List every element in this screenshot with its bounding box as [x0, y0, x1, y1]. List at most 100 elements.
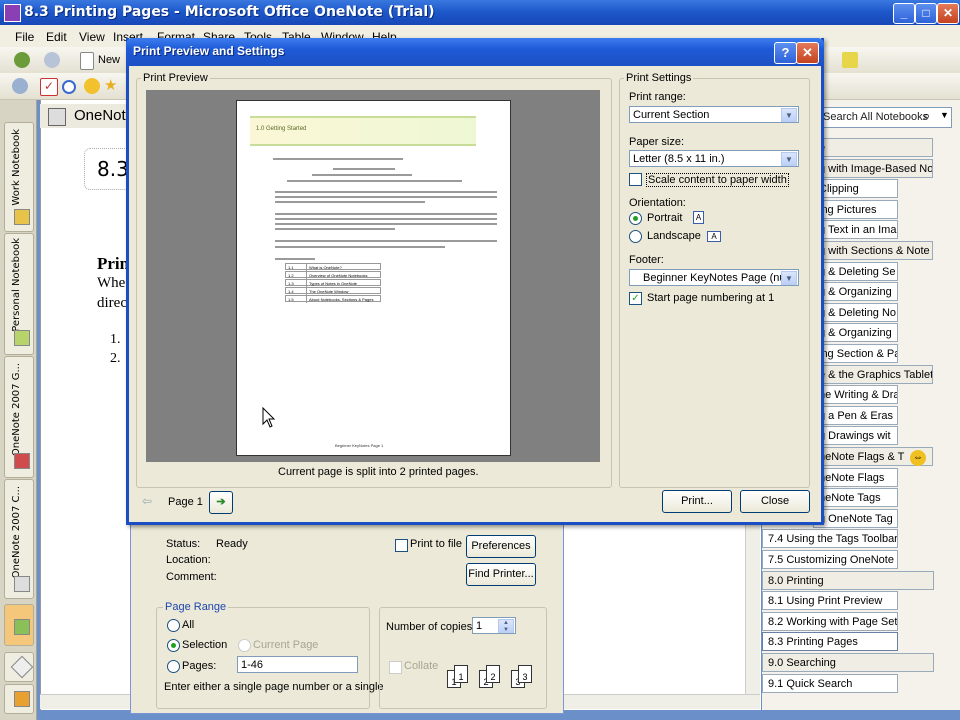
page-tab-item[interactable]: g Text in an Ima [813, 220, 898, 239]
page-tab-item[interactable]: g a Pen & Eras [813, 406, 898, 425]
page-tab-item[interactable]: g with Image-Based Not [813, 159, 933, 178]
eraser-icon [10, 655, 34, 679]
paper-toc-title: The OneNote Window [306, 288, 348, 295]
find-printer-button[interactable]: Find Printer... [466, 563, 536, 586]
collate-checkbox[interactable] [389, 661, 402, 674]
print-range-select[interactable]: Current Section ▼ [629, 106, 799, 123]
close-window-button[interactable]: ✕ [937, 3, 959, 24]
page-tab-item[interactable]: g & Deleting No [813, 303, 898, 322]
notebook-tab-personal[interactable]: Personal Notebook [4, 233, 34, 355]
start-numbering-checkbox[interactable]: ✓ [629, 292, 642, 305]
page-tab-item[interactable]: ing Section & Pa [813, 344, 898, 363]
page-tab-item[interactable]: he Writing & Dra [813, 385, 898, 404]
landscape-label: Landscape [647, 230, 701, 242]
chevron-down-icon[interactable]: ▼ [781, 108, 797, 122]
footer-select[interactable]: Beginner KeyNotes Page (numl ▼ [629, 269, 799, 286]
page-tab-item[interactable]: 9.1 Quick Search [762, 674, 898, 693]
copies-input[interactable]: 1 ▲ ▼ [472, 617, 516, 634]
star-tag-icon[interactable]: ★ [104, 78, 120, 94]
page-tab-item[interactable]: neNote Tags [813, 488, 898, 507]
dialog-close-icon[interactable]: ✕ [796, 42, 819, 64]
menu-file[interactable]: File [15, 30, 34, 44]
range-current-page-radio[interactable] [238, 639, 251, 652]
range-pages-radio[interactable] [167, 660, 180, 673]
paper-size-select[interactable]: Letter (8.5 x 11 in.) ▼ [629, 150, 799, 167]
preferences-button[interactable]: Preferences [466, 535, 536, 558]
copies-spinner-icon[interactable]: ▲ ▼ [498, 619, 514, 633]
paper-text-line [275, 196, 497, 198]
range-all-radio[interactable] [167, 619, 180, 632]
navigation-arrows-icon[interactable]: ⇔ [910, 450, 926, 466]
paper-text-line [273, 158, 403, 160]
notebook-tab-work[interactable]: Work Notebook [4, 122, 34, 232]
page-tab-item[interactable]: ing Pictures [813, 200, 898, 219]
previous-page-icon[interactable]: ⇦ [139, 492, 155, 510]
search-icon[interactable]: ⌕ [923, 108, 930, 124]
tab-eraser[interactable] [4, 652, 34, 682]
page-list-item: 2. [110, 351, 121, 366]
help-button[interactable]: ? [774, 42, 797, 64]
page-title: 8.3 [97, 157, 129, 181]
tab-unfiled[interactable] [4, 684, 34, 714]
range-pages-label: Pages: [182, 660, 217, 672]
chevron-down-icon[interactable]: ▼ [781, 271, 797, 285]
search-box[interactable]: Search All Notebooks ⌕ ▼ [818, 107, 952, 128]
mouse-cursor-icon [262, 407, 276, 428]
notebook-tab-onenote-g[interactable]: OneNote 2007 G... [4, 356, 34, 478]
page-tab-item[interactable]: g Drawings wit [813, 426, 898, 445]
page-tab-item[interactable]: g & Deleting Se [813, 262, 898, 281]
notebook-tab-active[interactable] [4, 604, 34, 646]
minimize-button[interactable]: _ [893, 3, 915, 24]
new-page-icon[interactable] [80, 52, 94, 70]
back-icon[interactable] [14, 52, 30, 68]
notebook-tab-onenote-c[interactable]: OneNote 2007 C... [4, 479, 34, 599]
range-selection-radio[interactable] [167, 639, 180, 652]
pages-input[interactable]: 1-46 [237, 656, 358, 673]
page-tab-item[interactable]: 7.5 Customizing OneNote T [762, 550, 898, 569]
paper-text-line [287, 180, 462, 182]
orientation-label: Orientation: [629, 197, 686, 209]
paper-text-line [275, 246, 445, 248]
menu-view[interactable]: View [79, 30, 105, 44]
notebook-icon [14, 576, 30, 592]
page-tab-item[interactable]: 9.0 Searching [762, 653, 934, 672]
todo-tag-icon[interactable]: ✓ [40, 78, 58, 96]
page-tab-item[interactable]: 8.1 Using Print Preview [762, 591, 898, 610]
page-tab-item[interactable]: g & Organizing [813, 323, 898, 342]
close-button[interactable]: Close [740, 490, 810, 513]
paper-text-line [275, 258, 315, 260]
page-tab-item[interactable]: neNote Flags [813, 468, 898, 487]
page-tab-item[interactable]: g & Organizing [813, 282, 898, 301]
print-to-file-checkbox[interactable] [395, 539, 408, 552]
chevron-down-icon[interactable]: ▼ [781, 152, 797, 166]
scale-content-checkbox[interactable] [629, 173, 642, 186]
page-tab-item[interactable]: 7.4 Using the Tags Toolbar [762, 529, 898, 548]
notebook-tab-label: OneNote 2007 G... [11, 363, 22, 457]
forward-icon[interactable] [44, 52, 60, 68]
highlighter-icon[interactable] [842, 52, 858, 68]
page-tab-item[interactable]: Clipping [813, 179, 898, 198]
page-tab-item[interactable]: g with Sections & Note [813, 241, 933, 260]
page-tab-item[interactable]: 8.0 Printing [762, 571, 934, 590]
landscape-radio[interactable] [629, 230, 642, 243]
page-tab-item[interactable]: 8.2 Working with Page Set [762, 612, 898, 631]
page-tab-item[interactable]: e & the Graphics Tablet [813, 365, 933, 384]
new-button-label[interactable]: New [98, 54, 120, 66]
collate-label: Collate [404, 660, 439, 672]
landscape-icon: A [707, 231, 721, 242]
range-all-label: All [182, 619, 195, 631]
page-tab-item[interactable]: e [813, 138, 933, 157]
maximize-button[interactable]: □ [915, 3, 937, 24]
next-page-button[interactable]: ➔ [209, 491, 233, 514]
circle-tag-icon[interactable] [62, 80, 76, 94]
paper-footer: Beginner KeyNotes Page 1 [335, 443, 384, 448]
page-tab-item[interactable]: g OneNote Tag [813, 509, 898, 528]
idea-tag-icon[interactable] [84, 78, 100, 94]
search-dropdown-icon[interactable]: ▼ [940, 110, 949, 120]
print-button[interactable]: Print... [662, 490, 732, 513]
paper-text-line [275, 228, 395, 230]
page-tab-item[interactable]: 8.3 Printing Pages [762, 632, 898, 651]
menu-edit[interactable]: Edit [46, 30, 67, 44]
portrait-radio[interactable] [629, 212, 642, 225]
navigate-icon[interactable] [12, 78, 28, 94]
